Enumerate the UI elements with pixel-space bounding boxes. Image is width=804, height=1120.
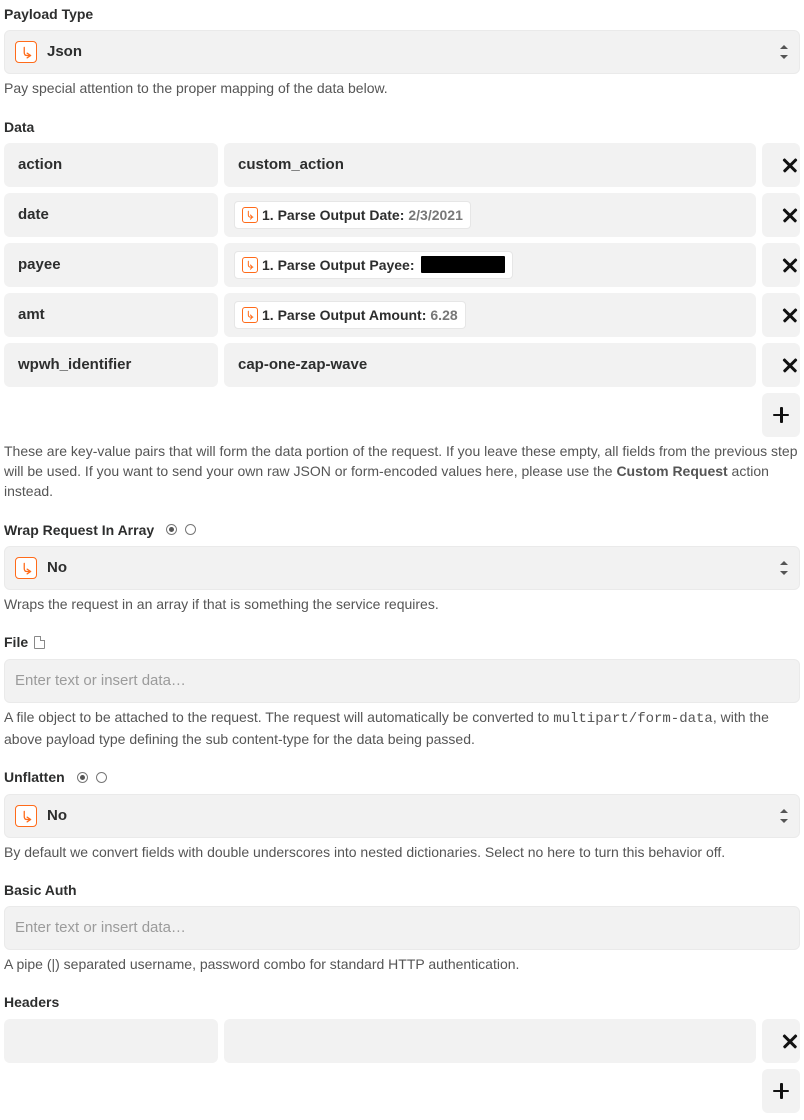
webhook-icon <box>15 805 37 827</box>
file-label: File <box>4 632 800 652</box>
data-key-input[interactable]: payee <box>4 243 218 287</box>
step-icon <box>242 257 258 273</box>
close-icon <box>772 356 790 374</box>
basic-auth-section: Basic Auth Enter text or insert data… A … <box>4 880 800 975</box>
basic-auth-label: Basic Auth <box>4 880 800 900</box>
file-input[interactable]: Enter text or insert data… <box>4 659 800 703</box>
payload-type-value: Json <box>47 41 771 63</box>
close-icon <box>772 206 790 224</box>
data-key-input[interactable]: date <box>4 193 218 237</box>
data-value-pill[interactable]: 1. Parse Output Date: 2/3/2021 <box>234 201 471 229</box>
data-section: Data action custom_action date 1. Parse … <box>4 117 800 502</box>
wrap-section: Wrap Request In Array No Wraps the reque… <box>4 520 800 615</box>
remove-row-button[interactable] <box>762 143 800 187</box>
data-value-input[interactable]: 1. Parse Output Amount: 6.28 <box>224 293 756 337</box>
headers-section: Headers <box>4 992 800 1112</box>
file-section: File Enter text or insert data… A file o… <box>4 632 800 749</box>
wrap-label: Wrap Request In Array <box>4 520 800 540</box>
data-value-input[interactable]: 1. Parse Output Date: 2/3/2021 <box>224 193 756 237</box>
wrap-select[interactable]: No <box>4 546 800 590</box>
remove-row-button[interactable] <box>762 293 800 337</box>
data-key-input[interactable]: action <box>4 143 218 187</box>
data-label: Data <box>4 117 800 137</box>
remove-row-button[interactable] <box>762 193 800 237</box>
file-help: A file object to be attached to the requ… <box>4 707 800 750</box>
data-row: wpwh_identifier cap-one-zap-wave <box>4 343 800 387</box>
payload-type-section: Payload Type Json Pay special attention … <box>4 4 800 99</box>
unflatten-radio-off[interactable] <box>96 772 107 783</box>
close-icon <box>772 306 790 324</box>
header-value-input[interactable] <box>224 1019 756 1063</box>
unflatten-radio-group <box>77 772 107 783</box>
data-row: action custom_action <box>4 143 800 187</box>
unflatten-help: By default we convert fields with double… <box>4 842 800 862</box>
close-icon <box>772 256 790 274</box>
data-value-input[interactable]: 1. Parse Output Payee: <box>224 243 756 287</box>
payload-type-label: Payload Type <box>4 4 800 24</box>
wrap-help: Wraps the request in an array if that is… <box>4 594 800 614</box>
data-help: These are key-value pairs that will form… <box>4 441 800 502</box>
remove-row-button[interactable] <box>762 343 800 387</box>
wrap-value: No <box>47 557 771 579</box>
unflatten-value: No <box>47 805 771 827</box>
close-icon <box>772 1032 790 1050</box>
unflatten-select[interactable]: No <box>4 794 800 838</box>
file-icon <box>34 636 45 649</box>
remove-header-button[interactable] <box>762 1019 800 1063</box>
wrap-radio-on[interactable] <box>166 524 177 535</box>
headers-grid <box>4 1019 800 1063</box>
wrap-radio-off[interactable] <box>185 524 196 535</box>
sort-caret-icon <box>779 561 789 575</box>
header-row <box>4 1019 800 1063</box>
unflatten-label: Unflatten <box>4 767 800 787</box>
header-key-input[interactable] <box>4 1019 218 1063</box>
webhook-icon <box>15 41 37 63</box>
data-grid: action custom_action date 1. Parse Outpu… <box>4 143 800 387</box>
payload-type-help: Pay special attention to the proper mapp… <box>4 78 800 98</box>
data-value-pill[interactable]: 1. Parse Output Payee: <box>234 251 513 279</box>
unflatten-radio-on[interactable] <box>77 772 88 783</box>
basic-auth-help: A pipe (|) separated username, password … <box>4 954 800 974</box>
close-icon <box>772 156 790 174</box>
data-row: amt 1. Parse Output Amount: 6.28 <box>4 293 800 337</box>
plus-icon <box>772 406 790 424</box>
sort-caret-icon <box>779 45 789 59</box>
data-row: payee 1. Parse Output Payee: <box>4 243 800 287</box>
add-header-button[interactable] <box>762 1069 800 1113</box>
wrap-radio-group <box>166 524 196 535</box>
add-data-row-button[interactable] <box>762 393 800 437</box>
redacted-value <box>421 256 505 273</box>
payload-type-select[interactable]: Json <box>4 30 800 74</box>
remove-row-button[interactable] <box>762 243 800 287</box>
step-icon <box>242 307 258 323</box>
sort-caret-icon <box>779 809 789 823</box>
webhook-icon <box>15 557 37 579</box>
data-row: date 1. Parse Output Date: 2/3/2021 <box>4 193 800 237</box>
basic-auth-input[interactable]: Enter text or insert data… <box>4 906 800 950</box>
data-value-pill[interactable]: 1. Parse Output Amount: 6.28 <box>234 301 466 329</box>
data-key-input[interactable]: amt <box>4 293 218 337</box>
step-icon <box>242 207 258 223</box>
plus-icon <box>772 1082 790 1100</box>
data-key-input[interactable]: wpwh_identifier <box>4 343 218 387</box>
unflatten-section: Unflatten No By default we convert field… <box>4 767 800 862</box>
data-value-input[interactable]: cap-one-zap-wave <box>224 343 756 387</box>
data-value-input[interactable]: custom_action <box>224 143 756 187</box>
